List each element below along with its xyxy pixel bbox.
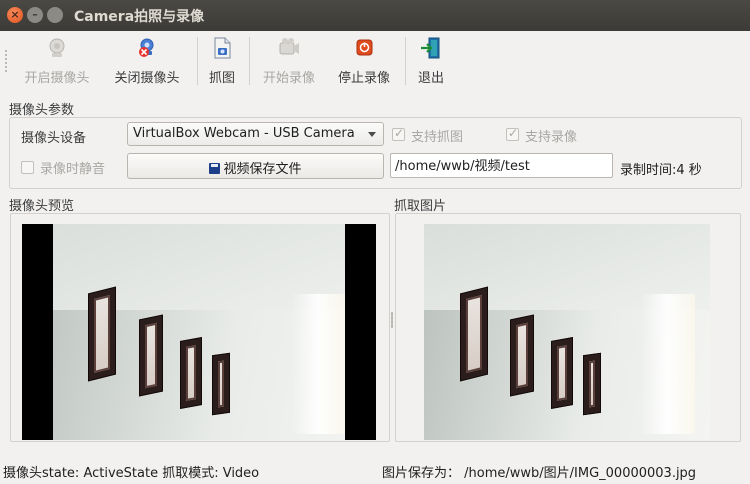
toolbar-separator [405,37,406,85]
webcam-off-icon [134,36,160,60]
params-group-title: 摄像头参数 [9,103,75,118]
device-label: 摄像头设备 [21,131,87,146]
toolbar-grip[interactable] [4,49,8,73]
stop-record-button[interactable]: 停止录像 [331,34,397,88]
capture-image-icon [209,36,235,60]
video-camera-icon [276,36,302,60]
open-camera-button[interactable]: 开启摄像头 [17,34,97,88]
save-path-field[interactable] [390,153,613,178]
title-bar: × – Camera拍照与录像 [0,0,750,31]
toolbar-separator [197,37,198,85]
capture-button[interactable]: 抓图 [203,34,241,88]
status-camera-state: 摄像头state: ActiveState 抓取模式: Video [3,466,260,481]
check-icon: ✓ [508,126,519,140]
start-record-button[interactable]: 开始录像 [255,34,323,88]
status-image-saved: 图片保存为： /home/wwb/图片/IMG_00000003.jpg [382,466,697,481]
captured-title: 抓取图片 [394,199,447,214]
close-icon[interactable]: × [7,7,23,23]
splitter-handle[interactable] [391,312,393,328]
preview-title: 摄像头预览 [9,199,75,214]
webcam-icon [44,36,70,60]
minimize-icon[interactable]: – [27,7,43,23]
device-combobox[interactable]: VirtualBox Webcam - USB Camera [127,122,384,146]
mute-label: 录像时静音 [40,162,106,177]
check-icon: ✓ [394,126,405,140]
toolbar: 开启摄像头 关闭摄像头 抓图 开始录像 停止录像 退出 [0,31,750,91]
video-save-file-label: 视频保存文件 [223,162,302,177]
save-disk-icon [209,163,221,174]
device-value: VirtualBox Webcam - USB Camera [133,126,355,141]
support-capture-checkbox[interactable]: ✓ [392,126,405,141]
captured-image [424,224,710,440]
close-camera-button[interactable]: 关闭摄像头 [106,34,188,88]
exit-icon [418,36,444,60]
exit-button[interactable]: 退出 [412,34,450,88]
support-capture-label: 支持抓图 [411,130,464,145]
support-record-label: 支持录像 [525,130,578,145]
camera-preview-video [22,224,376,440]
video-save-file-button[interactable]: 视频保存文件 [127,153,384,179]
save-path-input[interactable] [395,157,605,172]
maximize-icon[interactable] [47,7,63,23]
support-record-checkbox[interactable]: ✓ [506,126,519,141]
toolbar-separator [249,37,250,85]
chevron-down-icon [368,132,376,137]
stop-record-icon [351,36,377,60]
window-title: Camera拍照与录像 [74,9,205,25]
record-time-label: 录制时间:4 秒 [620,163,702,178]
mute-checkbox[interactable] [21,161,34,174]
